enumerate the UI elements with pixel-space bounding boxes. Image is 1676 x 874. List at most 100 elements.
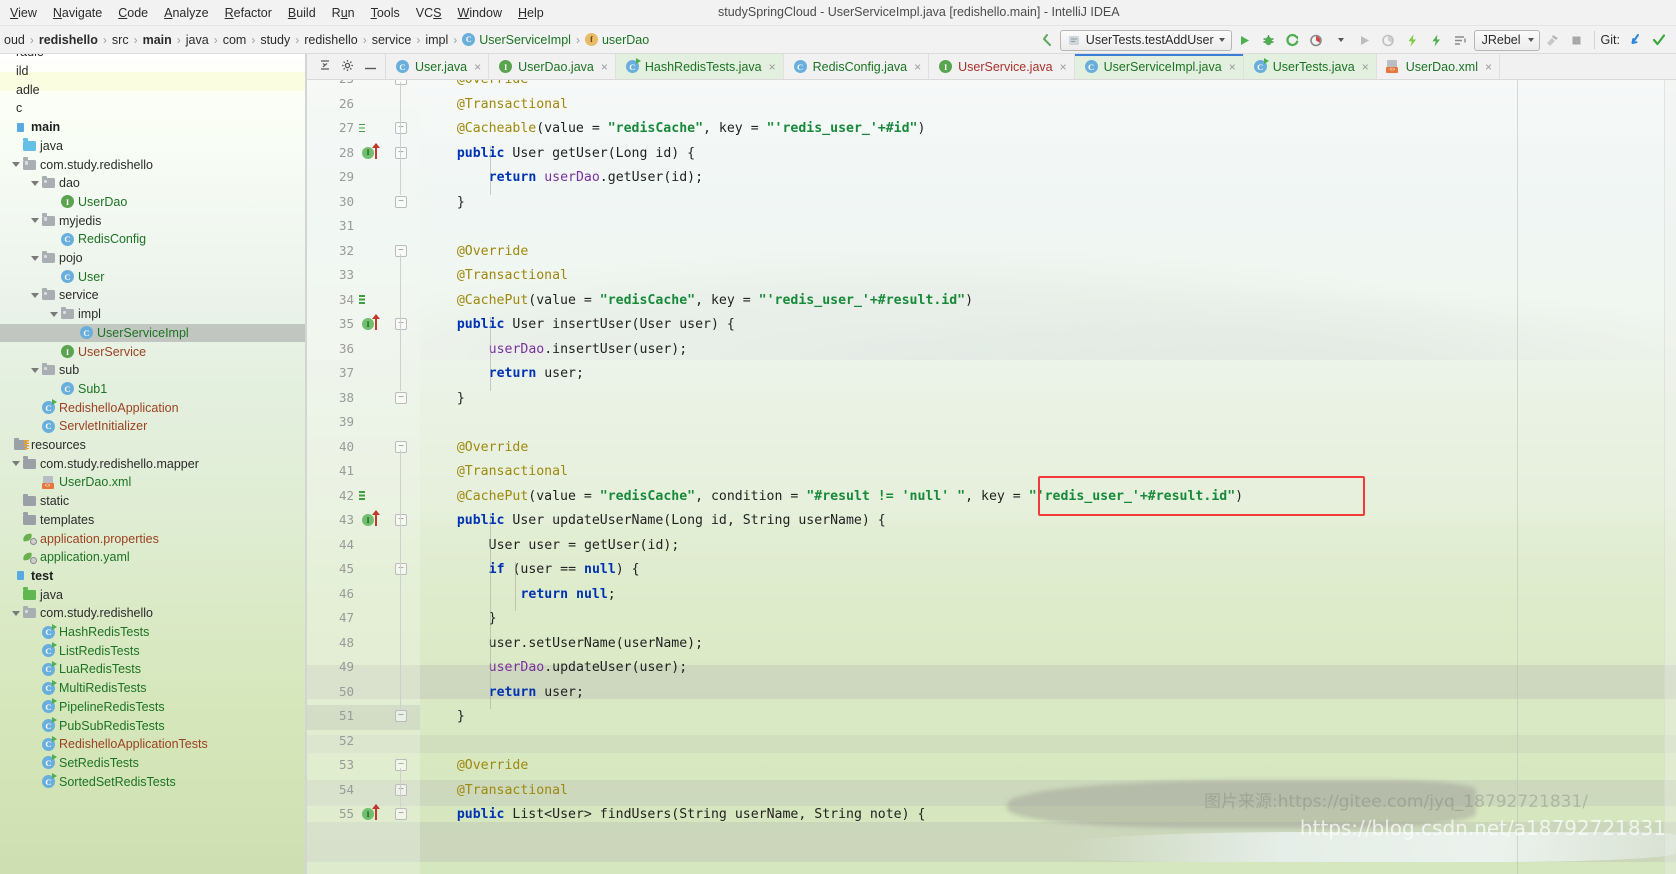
editor-tab-userservice-java[interactable]: I UserService.java ×	[929, 54, 1075, 79]
spring-cache-gutter-icon[interactable]	[362, 490, 378, 504]
chevron-down-icon[interactable]	[28, 249, 41, 267]
run-with-coverage-button[interactable]	[1282, 29, 1304, 51]
menu-refactor[interactable]: Refactor	[217, 2, 280, 24]
gutter-line-31[interactable]: 31	[307, 215, 420, 240]
gutter-line-28[interactable]: 28 I −	[307, 142, 420, 167]
gutter-line-51[interactable]: 51 −	[307, 705, 420, 730]
breadcrumb-item-impl[interactable]: impl	[421, 33, 452, 47]
menu-help[interactable]: Help	[510, 2, 552, 24]
breadcrumb-item-src[interactable]: src	[108, 33, 133, 47]
tree-item-pubsubredistests[interactable]: C PubSubRedisTests	[0, 716, 305, 735]
breadcrumb-item-redishello[interactable]: redishello	[300, 33, 362, 47]
gutter-line-43[interactable]: 43 I −	[307, 509, 420, 534]
menu-code[interactable]: Code	[110, 2, 156, 24]
code-fold-toggle[interactable]: −	[395, 122, 407, 134]
close-icon[interactable]: ×	[1362, 60, 1369, 74]
code-fold-toggle[interactable]: −	[395, 146, 407, 159]
git-update-project-button[interactable]	[1624, 29, 1646, 51]
tree-item-listredistests[interactable]: C ListRedisTests	[0, 641, 305, 660]
menu-run[interactable]: Run	[324, 2, 363, 24]
implements-method-gutter-icon[interactable]: I	[362, 804, 380, 822]
breadcrumb-item-service[interactable]: service	[368, 33, 416, 47]
rerun-button[interactable]	[1354, 29, 1376, 51]
tree-item-static[interactable]: static	[0, 492, 305, 511]
tree-item-servletinitializer[interactable]: C ServletInitializer	[0, 417, 305, 436]
editor-tab-hashredistests-java[interactable]: C HashRedisTests.java ×	[615, 54, 784, 79]
code-fold-toggle[interactable]: −	[395, 391, 407, 404]
attach-debugger-button[interactable]	[1378, 29, 1400, 51]
tree-item-user[interactable]: C User	[0, 267, 305, 286]
close-icon[interactable]: ×	[474, 60, 481, 74]
spring-cache-gutter-icon[interactable]	[362, 122, 378, 136]
menu-tools[interactable]: Tools	[363, 2, 408, 24]
gutter-line-48[interactable]: 48	[307, 632, 420, 657]
gutter-line-38[interactable]: 38 −	[307, 387, 420, 412]
chevron-down-icon[interactable]	[9, 604, 22, 622]
tree-item-radle[interactable]: radle	[0, 54, 305, 62]
breadcrumb-item-main[interactable]: main	[139, 33, 176, 47]
tree-item-userserviceimpl[interactable]: C UserServiceImpl	[0, 323, 305, 343]
stop-button[interactable]	[1566, 29, 1588, 51]
editor-tab-usertests-java[interactable]: C UserTests.java ×	[1243, 54, 1377, 79]
debug-button[interactable]	[1258, 29, 1280, 51]
editor-tab-userdao-xml[interactable]: <> UserDao.xml ×	[1376, 54, 1500, 79]
breadcrumb-item-userdao[interactable]: f userDao	[581, 33, 653, 47]
implements-method-gutter-icon[interactable]: I	[362, 510, 380, 528]
hammer-build-button[interactable]	[1542, 29, 1564, 51]
breadcrumb-item-java[interactable]: java	[182, 33, 213, 47]
tree-item-pipelineredistests[interactable]: C PipelineRedisTests	[0, 698, 305, 717]
chevron-down-icon[interactable]	[28, 286, 41, 304]
gutter-line-47[interactable]: 47	[307, 607, 420, 632]
gutter-line-27[interactable]: 27 −	[307, 117, 420, 142]
tree-item-java[interactable]: java	[0, 137, 305, 156]
tree-item-sub[interactable]: sub	[0, 361, 305, 380]
breadcrumb-item-oud[interactable]: oud	[0, 33, 29, 47]
breadcrumb-item-redishello[interactable]: redishello	[35, 33, 102, 47]
chevron-down-icon[interactable]	[47, 305, 60, 323]
tree-item-c[interactable]: c	[0, 99, 305, 118]
tree-item-com-study-redishello[interactable]: com.study.redishello	[0, 155, 305, 174]
close-icon[interactable]: ×	[769, 60, 776, 74]
hide-panel-icon[interactable]	[364, 60, 377, 74]
tree-item-application-yaml[interactable]: application.yaml	[0, 548, 305, 567]
settings-gear-icon[interactable]	[341, 59, 354, 75]
gutter-line-45[interactable]: 45 −	[307, 558, 420, 583]
gutter-line-46[interactable]: 46	[307, 583, 420, 608]
code-fold-toggle[interactable]: −	[395, 783, 407, 796]
tree-item-sortedsetredistests[interactable]: C SortedSetRedisTests	[0, 772, 305, 791]
tree-item-multiredistests[interactable]: C MultiRedisTests	[0, 679, 305, 698]
close-icon[interactable]: ×	[914, 60, 921, 74]
tree-item-com-study-redishello[interactable]: com.study.redishello	[0, 604, 305, 623]
chevron-down-icon[interactable]	[9, 156, 22, 174]
code-fold-toggle[interactable]: −	[395, 80, 407, 85]
gutter-line-50[interactable]: 50	[307, 681, 420, 706]
jrebel-run-button[interactable]	[1402, 29, 1424, 51]
tree-item-resources[interactable]: resources	[0, 436, 305, 455]
profiler-dropdown[interactable]	[1330, 29, 1352, 51]
gutter-line-39[interactable]: 39	[307, 411, 420, 436]
menu-window[interactable]: Window	[450, 2, 510, 24]
tree-item-java[interactable]: java	[0, 585, 305, 604]
gutter-line-37[interactable]: 37	[307, 362, 420, 387]
gutter-line-52[interactable]: 52	[307, 730, 420, 755]
editor-tab-redisconfig-java[interactable]: C RedisConfig.java ×	[783, 54, 930, 79]
close-icon[interactable]: ×	[601, 60, 608, 74]
jrebel-selector[interactable]: JRebel	[1473, 29, 1540, 51]
menu-build[interactable]: Build	[280, 2, 324, 24]
breadcrumb-item-study[interactable]: study	[256, 33, 294, 47]
code-fold-toggle[interactable]: −	[395, 563, 407, 575]
close-icon[interactable]: ×	[1060, 60, 1067, 74]
chevron-down-icon[interactable]	[1527, 38, 1534, 42]
code-fold-toggle[interactable]: −	[395, 318, 407, 330]
tree-item-impl[interactable]: impl	[0, 305, 305, 324]
jrebel-debug-button[interactable]	[1426, 29, 1448, 51]
tree-item-redishelloapplication[interactable]: C RedishelloApplication	[0, 398, 305, 417]
gutter-line-36[interactable]: 36	[307, 338, 420, 363]
tree-item-userservice[interactable]: I UserService	[0, 342, 305, 361]
tree-item-dao[interactable]: dao	[0, 174, 305, 193]
gutter-line-35[interactable]: 35 I −	[307, 313, 420, 338]
run-configuration-selector[interactable]: UserTests.testAddUser	[1059, 29, 1232, 51]
gutter-line-41[interactable]: 41	[307, 460, 420, 485]
implements-method-gutter-icon[interactable]: I	[362, 314, 380, 332]
gutter-line-55[interactable]: 55 I −	[307, 803, 420, 828]
